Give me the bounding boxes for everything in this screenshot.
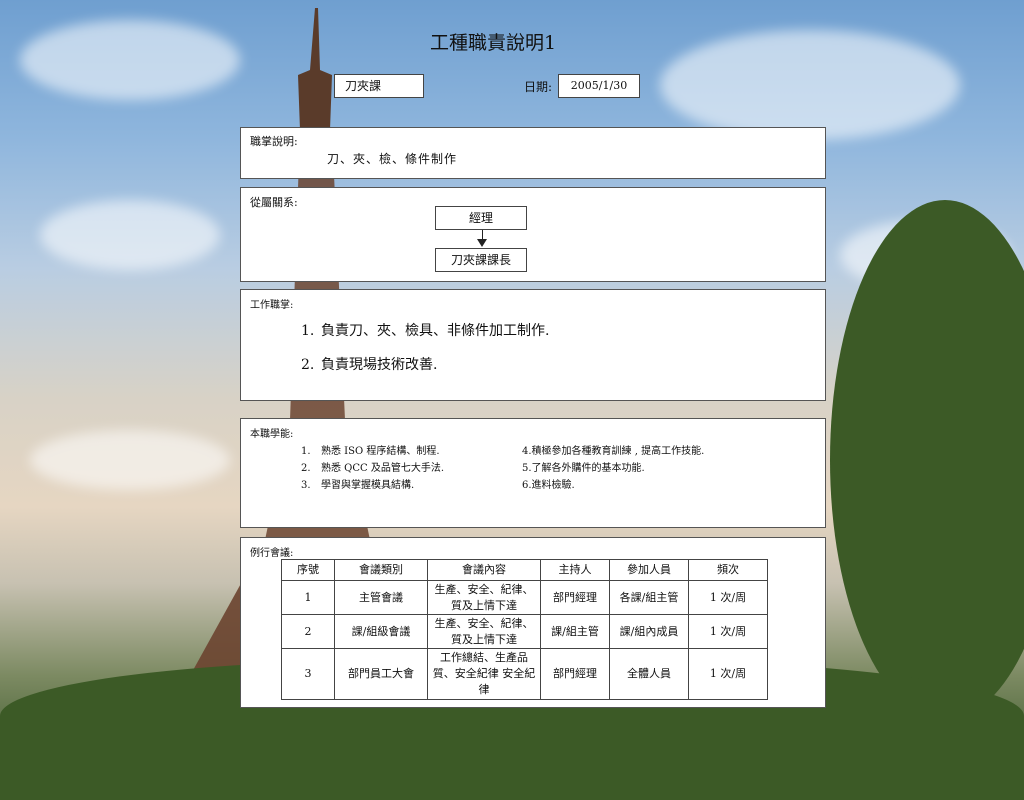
- table-cell: 3: [281, 648, 335, 700]
- document-slide: 工種職責說明1 刀夾課 日期: 2005/1/30 職掌說明: 刀、夾、檢、條件…: [0, 0, 1024, 768]
- skill-item: 6.進料檢驗.: [522, 476, 575, 491]
- work-item-text: 負責刀、夾、檢具、非條件加工制作.: [321, 323, 550, 339]
- table-cell: 1 次/周: [688, 648, 768, 700]
- table-cell: 生產、安全、紀律、質及上情下達: [427, 580, 541, 615]
- relation-label: 從屬關系:: [250, 196, 298, 209]
- table-cell: 部門員工大會: [334, 648, 428, 700]
- relation-panel: 從屬關系: 經理 刀夾課課長: [240, 187, 826, 282]
- work-item-number: 1.: [301, 323, 315, 339]
- work-item: 1. 負責刀、夾、檢具、非條件加工制作.: [301, 320, 549, 340]
- table-cell: 1 次/周: [688, 580, 768, 615]
- table-cell: 主管會議: [334, 580, 428, 615]
- duty-panel: 職掌說明: 刀、夾、檢、條件制作: [240, 127, 826, 179]
- column-header: 會議內容: [427, 559, 541, 581]
- skill-item: 3. 學習與掌握模具結構.: [301, 476, 414, 491]
- work-panel: 工作職掌: 1. 負責刀、夾、檢具、非條件加工制作. 2. 負責現場技術改善.: [240, 289, 826, 401]
- skill-item: 5.了解各外購件的基本功能.: [522, 459, 645, 474]
- skill-item: 4.積極參加各種教育訓練 , 提高工作技能.: [522, 442, 704, 457]
- work-label: 工作職掌:: [250, 300, 294, 311]
- page-title: 工種職責說明1: [430, 32, 557, 54]
- skill-text: 熟悉 QCC 及品管七大手法.: [321, 463, 445, 474]
- table-cell: 生產、安全、紀律、質及上情下達: [427, 614, 541, 649]
- skill-number: 3.: [301, 480, 311, 491]
- duty-text: 刀、夾、檢、條件制作: [327, 152, 458, 166]
- table-cell: 課/組內成員: [609, 614, 689, 649]
- skill-item: 1. 熟悉 ISO 程序結構、制程.: [301, 442, 440, 457]
- skills-label: 本職學能:: [250, 429, 294, 440]
- table-cell: 全體人員: [609, 648, 689, 700]
- date-label: 日期:: [524, 80, 553, 94]
- table-cell: 課/組級會議: [334, 614, 428, 649]
- org-subordinate: 刀夾課課長: [435, 248, 527, 272]
- table-row: 2 課/組級會議 生產、安全、紀律、質及上情下達 課/組主管 課/組內成員 1 …: [281, 614, 768, 649]
- column-header: 主持人: [540, 559, 610, 581]
- skill-text: 熟悉 ISO 程序結構、制程.: [321, 446, 440, 457]
- duty-label: 職掌說明:: [250, 135, 298, 148]
- meetings-label: 例行會議:: [250, 548, 294, 559]
- work-item: 2. 負責現場技術改善.: [301, 354, 437, 374]
- skill-text: 5.了解各外購件的基本功能.: [522, 463, 645, 474]
- meetings-table: 序號 會議類別 會議內容 主持人 參加人員 頻次 1 主管會議 生產、安全、紀律…: [281, 559, 768, 700]
- table-cell: 部門經理: [540, 648, 610, 700]
- skill-item: 2. 熟悉 QCC 及品管七大手法.: [301, 459, 444, 474]
- table-cell: 1: [281, 580, 335, 615]
- column-header: 頻次: [688, 559, 768, 581]
- table-row: 1 主管會議 生產、安全、紀律、質及上情下達 部門經理 各課/組主管 1 次/周: [281, 580, 768, 615]
- table-cell: 各課/組主管: [609, 580, 689, 615]
- arrow-down-icon: [477, 239, 487, 247]
- column-header: 參加人員: [609, 559, 689, 581]
- work-item-number: 2.: [301, 357, 315, 373]
- skill-text: 4.積極參加各種教育訓練 , 提高工作技能.: [522, 446, 705, 457]
- department-field: 刀夾課: [334, 74, 424, 98]
- table-cell: 2: [281, 614, 335, 649]
- meetings-panel: 例行會議: 序號 會議類別 會議內容 主持人 參加人員 頻次 1 主管會議 生產…: [240, 537, 826, 708]
- table-cell: 工作總結、生產品質、安全紀律 安全紀律: [427, 648, 541, 700]
- column-header: 會議類別: [334, 559, 428, 581]
- column-header: 序號: [281, 559, 335, 581]
- skill-text: 6.進料檢驗.: [522, 480, 575, 491]
- skill-number: 2.: [301, 463, 311, 474]
- table-cell: 1 次/周: [688, 614, 768, 649]
- skill-number: 1.: [301, 446, 311, 457]
- date-field: 2005/1/30: [558, 74, 640, 98]
- org-superior: 經理: [435, 206, 527, 230]
- table-row: 3 部門員工大會 工作總結、生產品質、安全紀律 安全紀律 部門經理 全體人員 1…: [281, 648, 768, 700]
- work-item-text: 負責現場技術改善.: [321, 357, 438, 373]
- table-cell: 部門經理: [540, 580, 610, 615]
- table-header-row: 序號 會議類別 會議內容 主持人 參加人員 頻次: [281, 559, 768, 581]
- skills-panel: 本職學能: 1. 熟悉 ISO 程序結構、制程. 2. 熟悉 QCC 及品管七大手法…: [240, 418, 826, 528]
- skill-text: 學習與掌握模具結構.: [321, 480, 415, 491]
- table-cell: 課/組主管: [540, 614, 610, 649]
